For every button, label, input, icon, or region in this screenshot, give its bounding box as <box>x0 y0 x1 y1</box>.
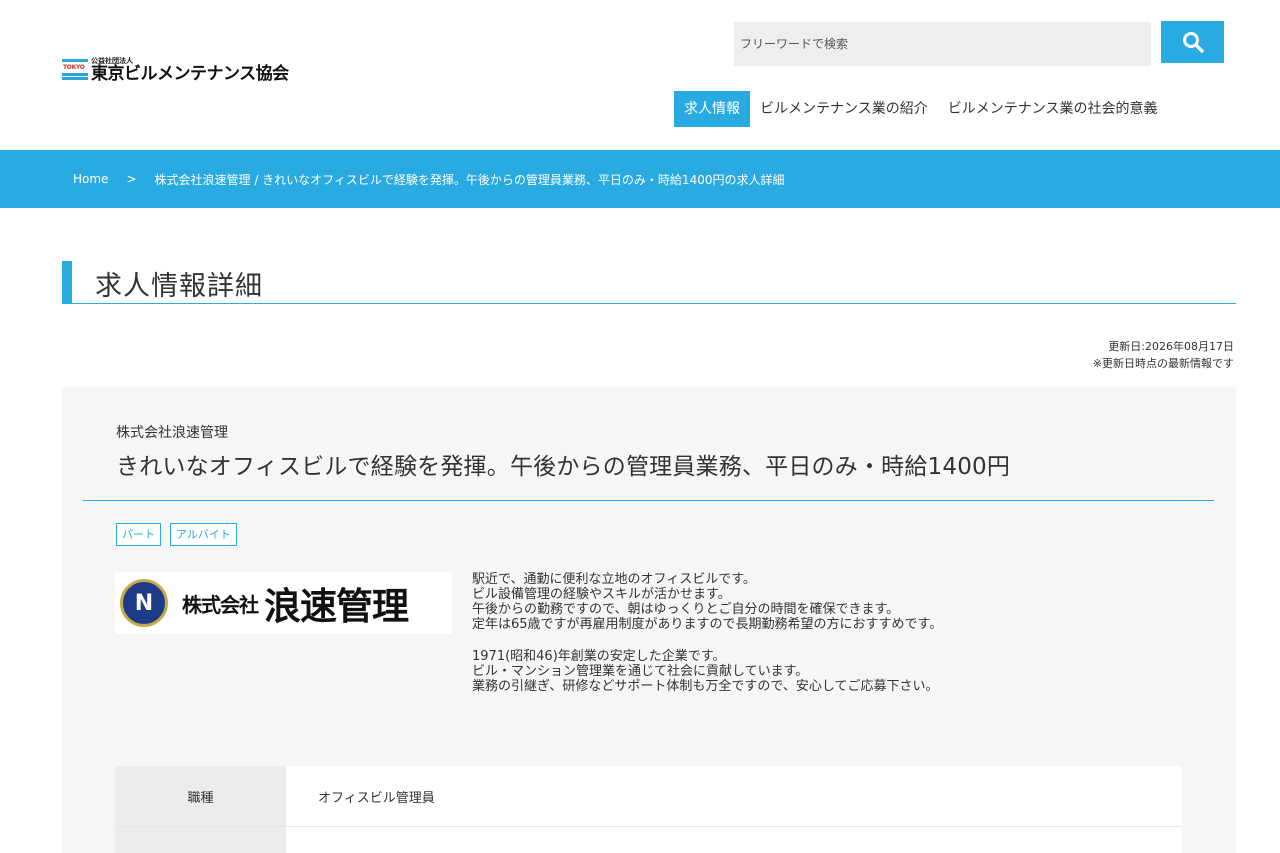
heading-accent-bar <box>62 261 72 303</box>
updated-note: ※更新日時点の最新情報です <box>1092 357 1234 370</box>
updated-date: 更新日:2026年08月17日 <box>1108 340 1234 353</box>
update-info: 更新日:2026年08月17日 ※更新日時点の最新情報です <box>1093 338 1234 372</box>
company-logo-name: 浪速管理 <box>264 585 409 628</box>
table-row: 職種 オフィスビル管理員 <box>115 766 1182 827</box>
detail-label <box>115 827 286 853</box>
search-icon <box>1182 32 1204 53</box>
description-line: 午後からの勤務ですので、朝はゆっくりとご自分の時間を確保できます。 <box>472 602 900 617</box>
job-title: きれいなオフィスビルで経験を発揮。午後からの管理員業務、平日のみ・時給1400円 <box>116 454 1011 480</box>
logo-mark-icon: TOKYO <box>62 58 88 83</box>
nav-item-jobs[interactable]: 求人情報 <box>674 91 750 127</box>
nav-item-social-significance[interactable]: ビルメンテナンス業の社会的意義 <box>938 91 1168 127</box>
main-nav: 求人情報 ビルメンテナンス業の紹介 ビルメンテナンス業の社会的意義 <box>674 91 1167 127</box>
search-button[interactable] <box>1161 21 1224 63</box>
search-input[interactable] <box>734 22 1151 66</box>
nav-item-introduction[interactable]: ビルメンテナンス業の紹介 <box>750 91 938 127</box>
detail-label: 職種 <box>115 766 286 826</box>
breadcrumb-separator: > <box>126 172 137 186</box>
job-details-table: 職種 オフィスビル管理員 <box>115 766 1182 853</box>
breadcrumb-current: 株式会社浪速管理 / きれいなオフィスビルで経験を発揮。午後からの管理員業務、平… <box>154 172 785 187</box>
logo-name: 東京ビルメンテナンス協会 <box>91 64 289 84</box>
page-title: 求人情報詳細 <box>95 271 263 302</box>
site-logo[interactable]: TOKYO 公益社団法人 東京ビルメンテナンス協会 <box>62 58 289 83</box>
tag-arbeit: アルバイト <box>170 523 237 546</box>
tag-part-time: パート <box>116 523 161 546</box>
detail-value <box>286 827 1182 853</box>
detail-value: オフィスビル管理員 <box>286 766 1182 826</box>
employment-tags: パート アルバイト <box>116 523 237 546</box>
company-logo: N 株式会社 浪速管理 <box>115 572 452 634</box>
description-line: ビル・マンション管理業を通じて社会に貢献しています。 <box>472 664 809 679</box>
breadcrumb-home[interactable]: Home <box>73 172 108 186</box>
card-divider <box>83 500 1214 501</box>
job-card: 株式会社浪速管理 きれいなオフィスビルで経験を発揮。午後からの管理員業務、平日の… <box>62 387 1236 853</box>
description-line: 駅近で、通勤に便利な立地のオフィスビルです。 <box>472 572 756 587</box>
company-emblem-icon: N <box>120 579 168 627</box>
breadcrumb: Home > 株式会社浪速管理 / きれいなオフィスビルで経験を発揮。午後からの… <box>0 150 1280 208</box>
description-line: 1971(昭和46)年創業の安定した企業です。 <box>472 649 726 664</box>
job-description: 駅近で、通勤に便利な立地のオフィスビルです。 ビル設備管理の経験やスキルが活かせ… <box>472 572 942 694</box>
description-line: ビル設備管理の経験やスキルが活かせます。 <box>472 587 731 602</box>
description-line: 定年は65歳ですが再雇用制度がありますので長期勤務希望の方におすすめです。 <box>472 617 943 632</box>
description-line: 業務の引継ぎ、研修などサポート体制も万全ですので、安心してご応募下さい。 <box>472 679 939 694</box>
company-logo-prefix: 株式会社 <box>182 592 259 617</box>
page-heading: 求人情報詳細 <box>62 261 1236 304</box>
company-name: 株式会社浪速管理 <box>116 425 228 441</box>
table-row <box>115 827 1182 853</box>
